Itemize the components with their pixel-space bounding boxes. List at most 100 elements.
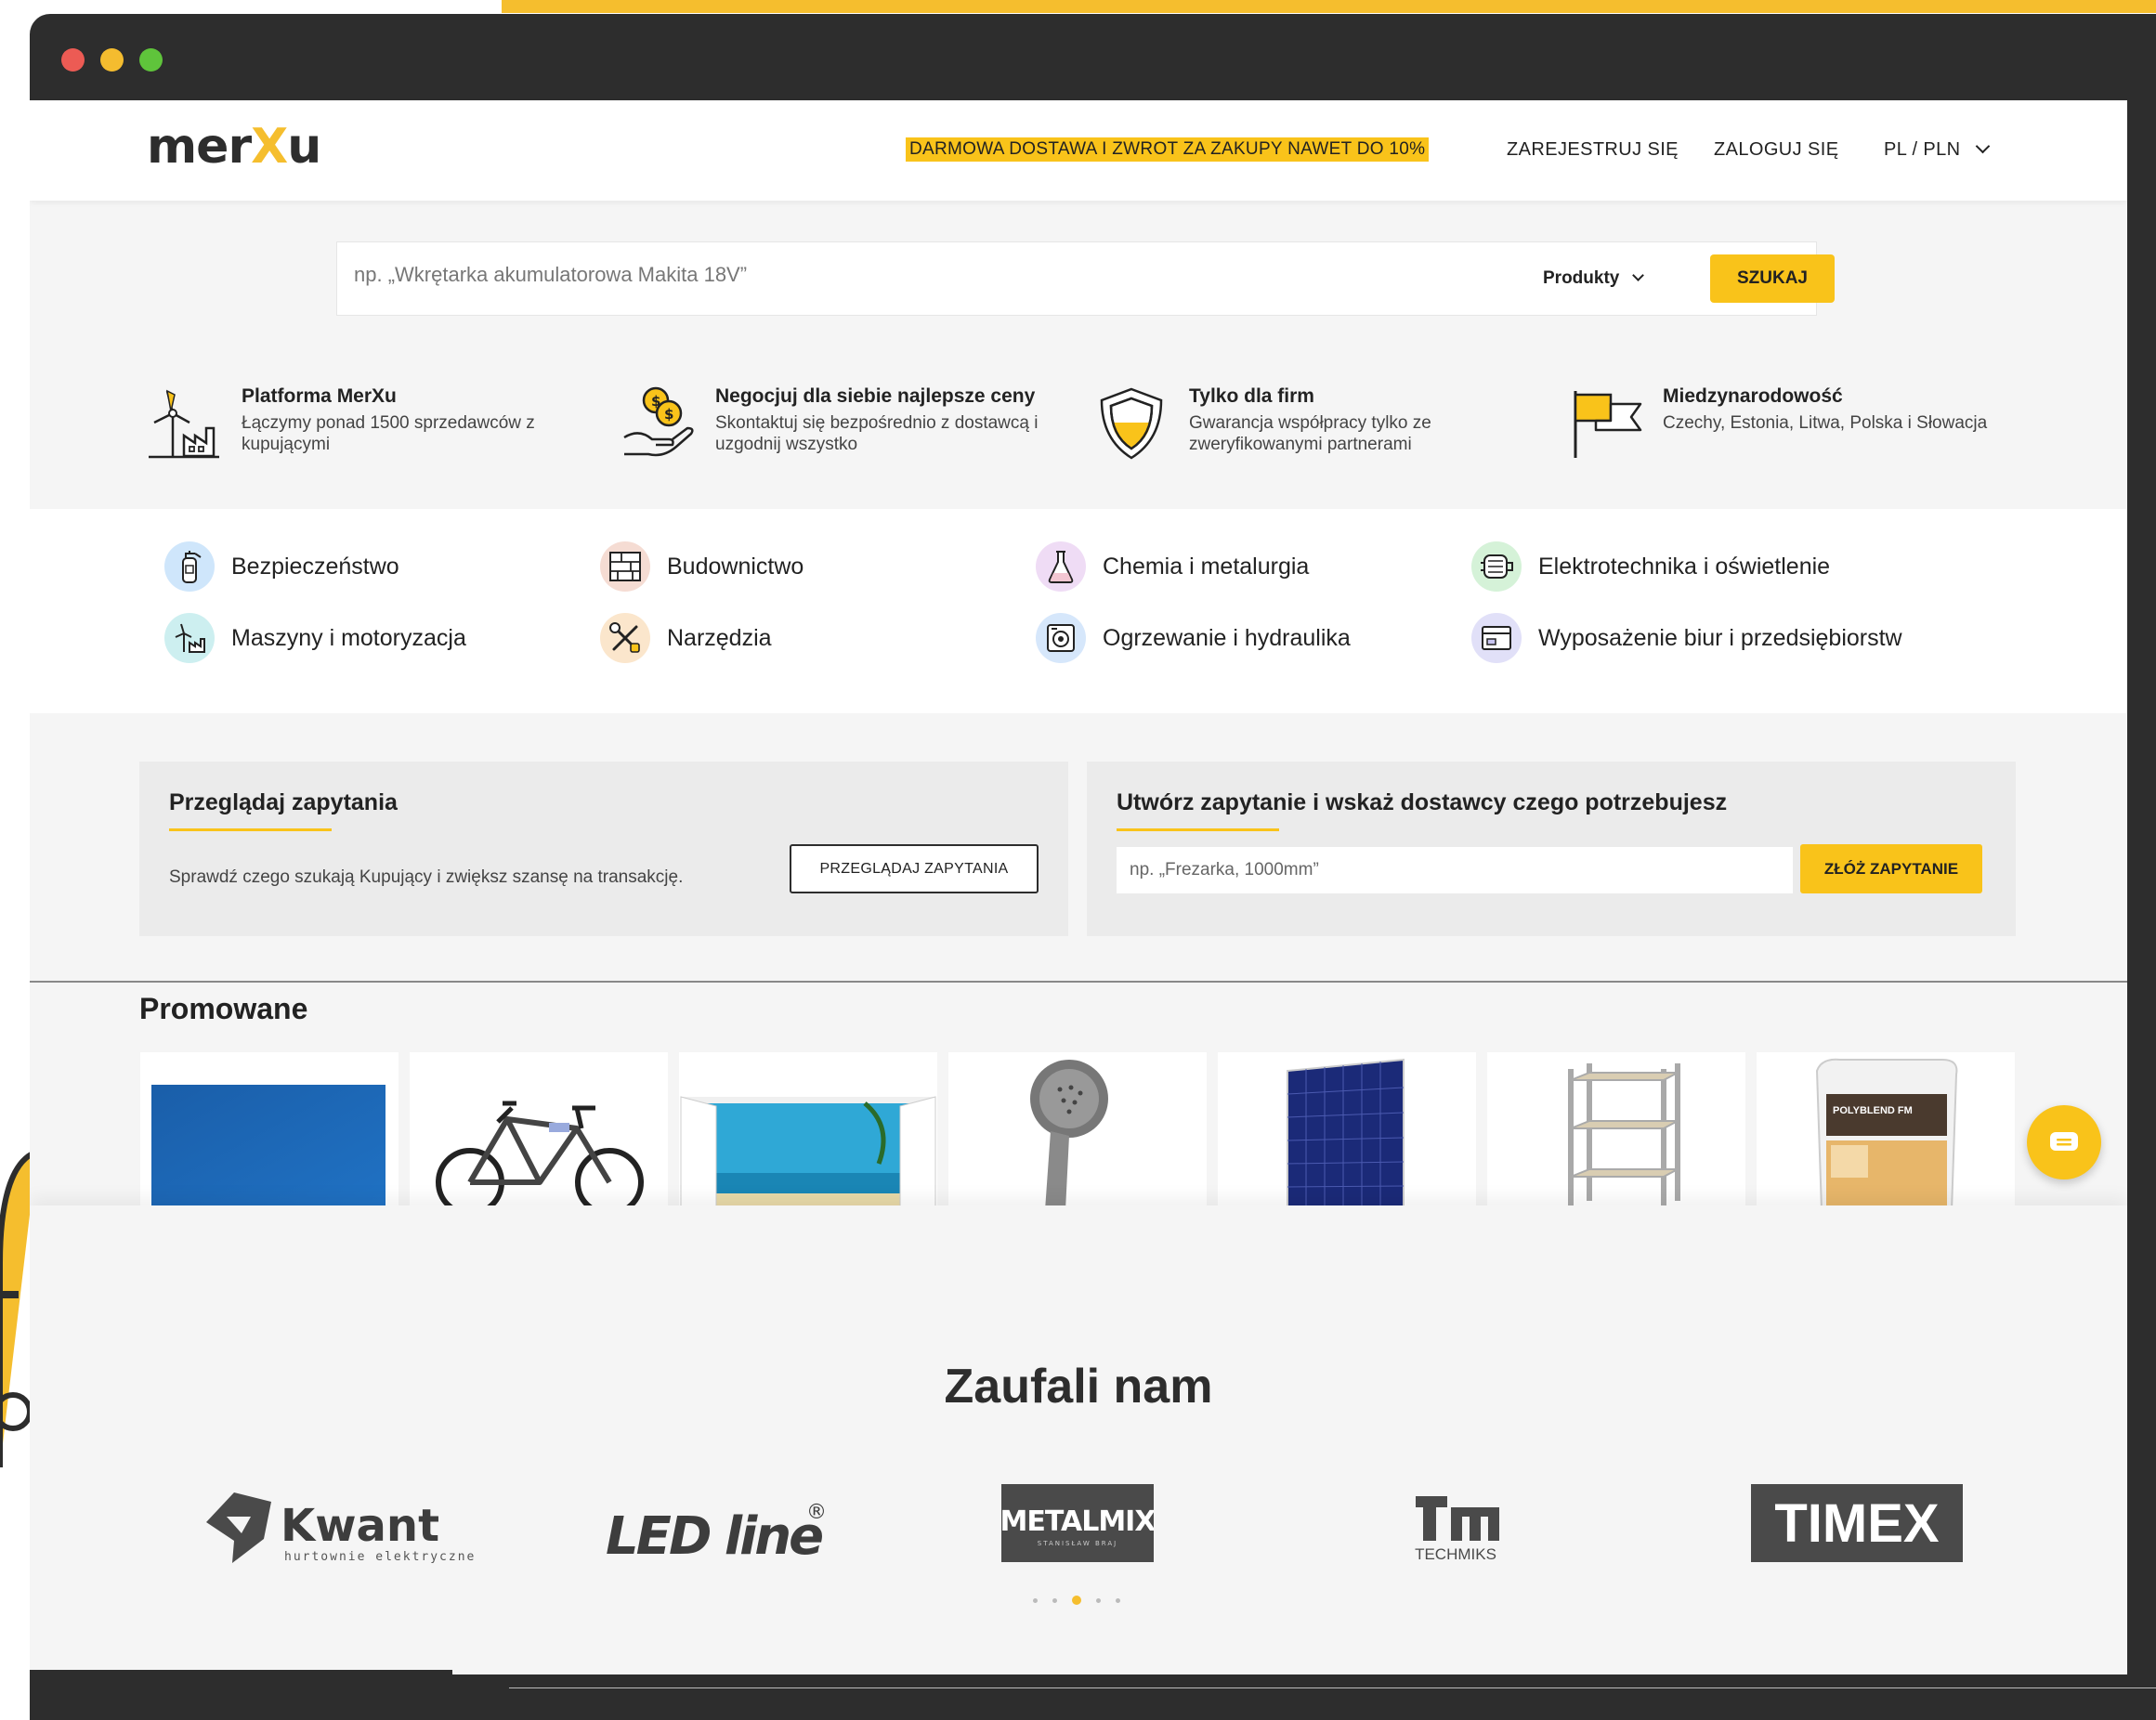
product-label: POLYBLEND FM xyxy=(1833,1105,1913,1116)
metal-shelf-image xyxy=(1568,1063,1680,1210)
category-label: Narzędzia xyxy=(667,624,772,651)
features-row: Platforma MerXu Łączymy ponad 1500 sprze… xyxy=(30,346,2127,495)
background-yellow-strip xyxy=(502,0,2156,13)
logo-text: mer xyxy=(147,119,252,175)
product-card[interactable] xyxy=(140,1052,399,1210)
logo-x: X xyxy=(251,119,288,175)
carousel-pagination xyxy=(1033,1596,1120,1605)
polyblend-bag-image: POLYBLEND FM xyxy=(1815,1058,1958,1210)
bottom-line xyxy=(509,1687,2156,1688)
brand-text: TECHMIKS xyxy=(1415,1545,1496,1563)
brand-mark: ® xyxy=(806,1501,825,1524)
feature-title: Tylko dla firm xyxy=(1189,385,1314,407)
chevron-down-icon xyxy=(1632,269,1645,281)
close-window-button[interactable] xyxy=(61,48,85,72)
search-bar: Produkty SZUKAJ xyxy=(336,241,1835,316)
category-construction[interactable]: Budownictwo xyxy=(600,541,804,592)
login-link[interactable]: ZALOGUJ SIĘ xyxy=(1714,139,1838,161)
product-card[interactable] xyxy=(1218,1052,1476,1210)
brand-logo-timex[interactable]: TIMEX xyxy=(1751,1484,1963,1567)
bottom-progress-bar xyxy=(30,1670,452,1690)
merxu-logo[interactable]: merXu xyxy=(147,119,321,175)
minimize-window-button[interactable] xyxy=(100,48,124,72)
feature-title: Platforma MerXu xyxy=(242,385,397,407)
category-label: Wyposażenie biur i przedsiębiorstw xyxy=(1538,624,1902,651)
fire-extinguisher-icon xyxy=(164,541,215,592)
category-tools[interactable]: Narzędzia xyxy=(600,613,772,663)
feature-description: Gwarancja współpracy tylko ze zweryfikow… xyxy=(1189,413,1431,454)
browser-titlebar xyxy=(30,14,2156,100)
promoted-products: POLYBLEND FM xyxy=(140,1052,2035,1210)
brand-subtext: STANISŁAW BRAJ xyxy=(1038,1540,1117,1547)
window-sticker-image xyxy=(680,1096,936,1210)
chat-icon xyxy=(2050,1132,2078,1151)
carousel-dot[interactable] xyxy=(1096,1597,1101,1603)
wind-factory-icon xyxy=(149,389,219,459)
svg-text:$: $ xyxy=(651,393,660,410)
brand-text: METALMIX xyxy=(1001,1505,1154,1538)
category-label: Elektrotechnika i oświetlenie xyxy=(1538,553,1831,580)
site-header: merXu DARMOWA DOSTAWA I ZWROT ZA ZAKUPY … xyxy=(30,100,2127,201)
brand-logo-kwant[interactable]: Kwant hurtownie elektryczne xyxy=(199,1489,477,1577)
browse-inquiries-button[interactable]: PRZEGLĄDAJ ZAPYTANIA xyxy=(790,844,1039,893)
blue-panel-image xyxy=(151,1085,385,1210)
brand-logo-metalmix[interactable]: METALMIX STANISŁAW BRAJ xyxy=(1000,1484,1156,1567)
maximize-window-button[interactable] xyxy=(139,48,163,72)
chevron-down-icon xyxy=(1975,138,1990,154)
product-card[interactable] xyxy=(679,1052,937,1210)
panel-title: Przeglądaj zapytania xyxy=(169,789,398,815)
motor-icon xyxy=(1471,541,1522,592)
category-label: Bezpieczeństwo xyxy=(231,553,399,580)
carousel-dot[interactable] xyxy=(1052,1597,1057,1603)
title-underline xyxy=(1117,828,1279,831)
bicycle-image xyxy=(436,1101,644,1210)
flag-icon xyxy=(1574,391,1642,458)
submit-inquiry-button[interactable]: ZŁÓŻ ZAPYTANIE xyxy=(1800,844,1982,893)
language-currency-select[interactable]: PL / PLN xyxy=(1884,138,1990,161)
brand-text: Kwant xyxy=(281,1500,439,1552)
logo-text-end: u xyxy=(287,119,321,175)
shield-icon xyxy=(1100,387,1163,460)
search-scope-label: Produkty xyxy=(1543,268,1620,288)
inquiry-input[interactable] xyxy=(1117,847,1793,893)
search-scope-select[interactable]: Produkty xyxy=(1543,268,1645,289)
brand-text: TIMEX xyxy=(1774,1493,1940,1554)
category-office[interactable]: Wyposażenie biur i przedsiębiorstw xyxy=(1471,613,1902,663)
category-label: Budownictwo xyxy=(667,553,804,580)
category-security[interactable]: Bezpieczeństwo xyxy=(164,541,399,592)
category-chemistry[interactable]: Chemia i metalurgia xyxy=(1036,541,1309,592)
panel-description: Sprawdź czego szukają Kupujący i zwiększ… xyxy=(169,867,684,887)
search-button[interactable]: SZUKAJ xyxy=(1710,254,1835,303)
register-link[interactable]: ZAREJESTRUJ SIĘ xyxy=(1507,139,1679,161)
brand-logo-techmiks[interactable]: TECHMIKS xyxy=(1403,1489,1505,1568)
product-card[interactable] xyxy=(1487,1052,1745,1210)
category-heating[interactable]: Ogrzewanie i hydraulika xyxy=(1036,613,1351,663)
shower-head-image xyxy=(1030,1060,1108,1210)
feature-description: Łączymy ponad 1500 sprzedawców z kupując… xyxy=(242,413,535,454)
trusted-section: Zaufali nam Kwant hurtownie elektryczne … xyxy=(30,1205,2127,1674)
tools-icon xyxy=(600,613,650,663)
search-input[interactable] xyxy=(354,263,1469,287)
chat-button[interactable] xyxy=(2027,1105,2101,1179)
page-content: merXu DARMOWA DOSTAWA I ZWROT ZA ZAKUPY … xyxy=(30,100,2127,1674)
product-card[interactable] xyxy=(948,1052,1207,1210)
factory-icon xyxy=(164,613,215,663)
carousel-dot-active[interactable] xyxy=(1072,1596,1081,1605)
product-card[interactable]: POLYBLEND FM xyxy=(1757,1052,2015,1210)
coins-hand-icon: $ $ xyxy=(623,386,694,457)
carousel-dot[interactable] xyxy=(1033,1597,1038,1603)
brand-subtext: hurtownie elektryczne xyxy=(284,1550,476,1564)
panel-title: Utwórz zapytanie i wskaż dostawcy czego … xyxy=(1117,789,1728,815)
category-electrical[interactable]: Elektrotechnika i oświetlenie xyxy=(1471,541,1830,592)
carousel-dot[interactable] xyxy=(1116,1597,1120,1603)
boiler-icon xyxy=(1036,613,1086,663)
section-divider xyxy=(30,981,2127,983)
feature-description: Skontaktuj się bezpośrednio z dostawcą i… xyxy=(715,413,1039,454)
free-delivery-promo[interactable]: DARMOWA DOSTAWA I ZWROT ZA ZAKUPY NAWET … xyxy=(906,137,1430,162)
product-card[interactable] xyxy=(410,1052,668,1210)
trusted-title: Zaufali nam xyxy=(944,1360,1213,1414)
category-label: Chemia i metalurgia xyxy=(1103,553,1310,580)
brand-logo-ledline[interactable]: LED line ® xyxy=(602,1498,827,1568)
category-machines[interactable]: Maszyny i motoryzacja xyxy=(164,613,466,663)
category-grid: Bezpieczeństwo Budownictwo Chemia i meta… xyxy=(30,509,2127,713)
